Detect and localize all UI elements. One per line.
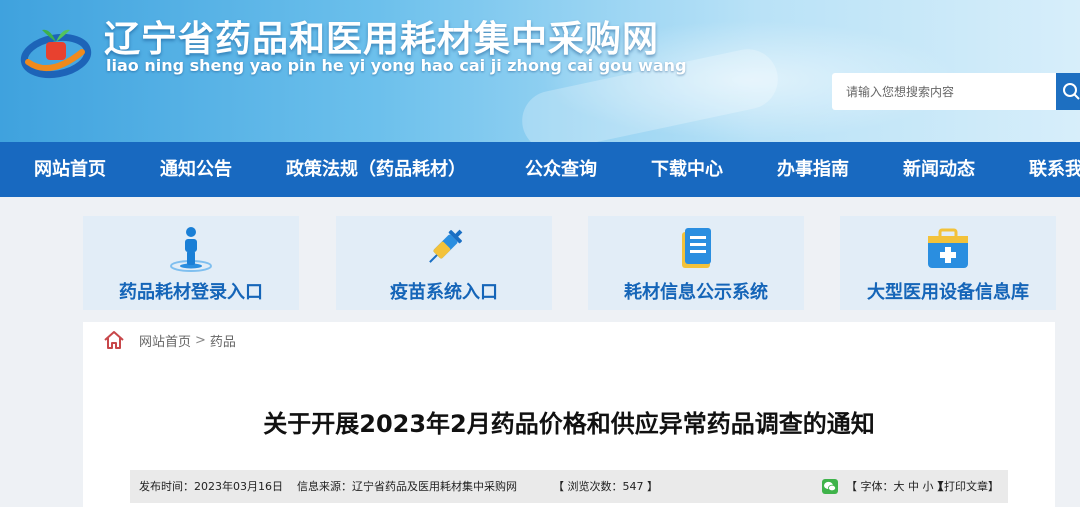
nav-item-public-query[interactable]: 公众查询 xyxy=(525,142,597,197)
main-nav: 网站首页 通知公告 政策法规（药品耗材） 公众查询 下载中心 办事指南 新闻动态… xyxy=(0,142,1080,197)
nav-item-contact[interactable]: 联系我 xyxy=(1029,142,1080,197)
home-icon[interactable] xyxy=(103,330,125,350)
entry-label: 疫苗系统入口 xyxy=(390,282,498,303)
nav-item-policies[interactable]: 政策法规（药品耗材） xyxy=(286,142,466,197)
article-meta-bar: 发布时间：2023年03月16日 信息来源：辽宁省药品及医用耗材集中采购网 【 … xyxy=(130,470,1008,503)
breadcrumb-current[interactable]: 药品 xyxy=(210,331,236,350)
article-panel: 网站首页 > 药品 关于开展2023年2月药品价格和供应异常药品调查的通知 发布… xyxy=(83,322,1055,507)
entry-label: 大型医用设备信息库 xyxy=(867,282,1029,303)
breadcrumb: 网站首页 > 药品 xyxy=(103,328,236,352)
breadcrumb-separator: > xyxy=(195,332,206,348)
nav-item-guide[interactable]: 办事指南 xyxy=(777,142,849,197)
site-logo-icon[interactable] xyxy=(20,22,94,80)
article-title: 关于开展2023年2月药品价格和供应异常药品调查的通知 xyxy=(263,410,875,438)
entry-label: 耗材信息公示系统 xyxy=(624,282,768,303)
info-source: 信息来源：辽宁省药品及医用耗材集中采购网 xyxy=(297,480,517,493)
medical-kit-icon xyxy=(928,228,968,268)
nav-item-notices[interactable]: 通知公告 xyxy=(160,142,232,197)
breadcrumb-home-link[interactable]: 网站首页 xyxy=(139,331,191,350)
site-title: 辽宁省药品和医用耗材集中采购网 xyxy=(104,19,660,60)
site-header: 辽宁省药品和医用耗材集中采购网 liao ning sheng yao pin … xyxy=(0,0,1080,142)
search-icon xyxy=(1063,83,1080,100)
entry-medical-equipment[interactable]: 大型医用设备信息库 xyxy=(840,216,1056,310)
wechat-icon[interactable] xyxy=(822,479,838,494)
nav-item-news[interactable]: 新闻动态 xyxy=(903,142,975,197)
syringe-icon xyxy=(429,229,463,263)
entry-drug-login[interactable]: 药品耗材登录入口 xyxy=(83,216,299,310)
search-box xyxy=(832,73,1080,110)
search-button[interactable] xyxy=(1056,73,1080,110)
print-article-button[interactable]: 【打印文章】 xyxy=(933,470,999,503)
document-list-icon xyxy=(682,228,711,268)
entry-label: 药品耗材登录入口 xyxy=(119,282,263,303)
entry-vaccine-system[interactable]: 疫苗系统入口 xyxy=(336,216,552,310)
search-input[interactable] xyxy=(832,73,1056,110)
entry-consumables-disclosure[interactable]: 耗材信息公示系统 xyxy=(588,216,804,310)
publish-time: 发布时间：2023年03月16日 xyxy=(139,480,283,493)
nav-item-home[interactable]: 网站首页 xyxy=(34,142,106,197)
person-login-icon xyxy=(170,227,212,272)
site-pinyin: liao ning sheng yao pin he yi yong hao c… xyxy=(106,56,687,75)
nav-item-downloads[interactable]: 下载中心 xyxy=(651,142,723,197)
view-count: 【 浏览次数：547 】 xyxy=(553,480,658,493)
